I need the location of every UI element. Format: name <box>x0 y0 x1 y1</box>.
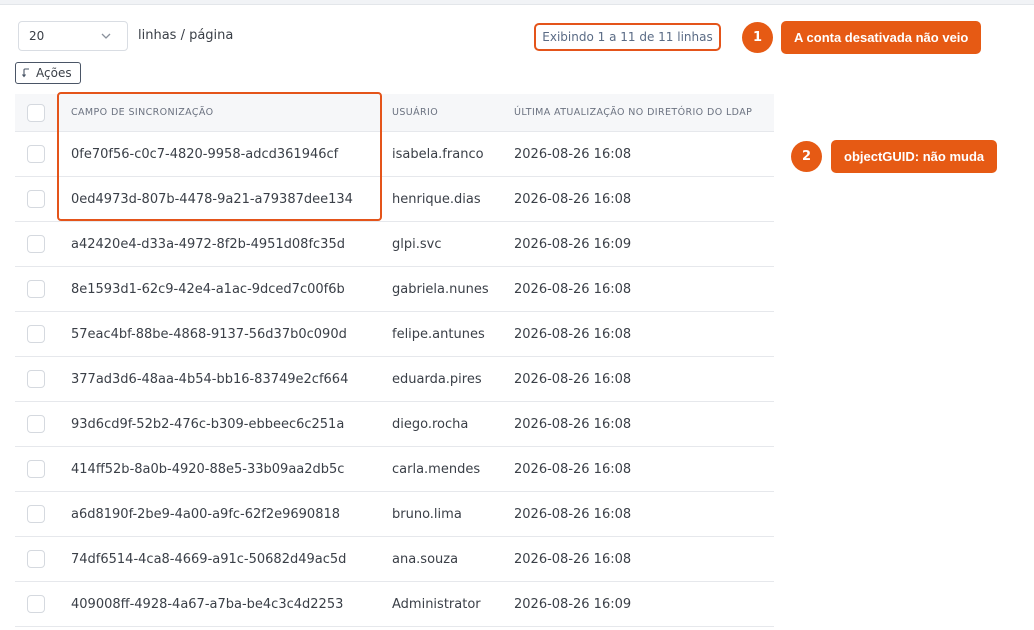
row-checkbox[interactable] <box>27 325 45 343</box>
last-update-cell: 2026-08-26 16:08 <box>514 146 632 162</box>
row-checkbox-cell <box>27 537 45 581</box>
user-cell: felipe.antunes <box>392 326 485 342</box>
annotation-text: objectGUID: não muda <box>844 149 985 164</box>
row-checkbox[interactable] <box>27 415 45 433</box>
showing-text: Exibindo 1 a 11 de 11 linhas <box>542 30 713 44</box>
annotation-number: 1 <box>752 30 763 45</box>
table-row[interactable]: a6d8190f-2be9-4a00-a9fc-62f2e9690818 brun… <box>15 492 774 537</box>
sync-field-cell: 0ed4973d-807b-4478-9a21-a79387dee134 <box>71 191 353 207</box>
table-row[interactable]: 409008ff-4928-4a67-a7ba-be4c3c4d2253 Admi… <box>15 582 774 627</box>
user-cell: isabela.franco <box>392 146 484 162</box>
last-update-cell: 2026-08-26 16:09 <box>514 596 632 612</box>
user-cell: glpi.svc <box>392 236 442 252</box>
row-checkbox-cell <box>27 492 45 536</box>
row-checkbox-cell <box>27 582 45 626</box>
sync-field-cell: 377ad3d6-48aa-4b54-bb16-83749e2cf664 <box>71 371 349 387</box>
row-checkbox[interactable] <box>27 550 45 568</box>
sync-field-cell: 8e1593d1-62c9-42e4-a1ac-9dced7c00f6b <box>71 281 345 297</box>
row-checkbox-cell <box>27 132 45 176</box>
row-checkbox-cell <box>27 177 45 221</box>
rows-per-page-select[interactable]: 20 <box>18 21 128 51</box>
column-header-sync-field[interactable]: CAMPO DE SINCRONIZAÇÃO <box>71 94 214 131</box>
chevron-down-icon <box>101 33 111 39</box>
row-checkbox[interactable] <box>27 370 45 388</box>
pagination-showing-text: Exibindo 1 a 11 de 11 linhas <box>534 23 721 51</box>
select-all-checkbox[interactable] <box>27 103 45 122</box>
actions-button[interactable]: Ações <box>15 62 81 84</box>
row-checkbox[interactable] <box>27 280 45 298</box>
table-row[interactable]: 414ff52b-8a0b-4920-88e5-33b09aa2db5c carl… <box>15 447 774 492</box>
row-checkbox-cell <box>27 267 45 311</box>
sync-field-cell: a42420e4-d33a-4972-8f2b-4951d08fc35d <box>71 236 345 252</box>
sync-field-cell: 57eac4bf-88be-4868-9137-56d37b0c090d <box>71 326 347 342</box>
table-body: 0fe70f56-c0c7-4820-9958-adcd361946cf isab… <box>15 132 774 627</box>
sync-field-cell: 414ff52b-8a0b-4920-88e5-33b09aa2db5c <box>71 461 345 477</box>
annotation-step-1: 1 <box>742 22 773 53</box>
row-checkbox[interactable] <box>27 190 45 208</box>
user-cell: carla.mendes <box>392 461 481 477</box>
last-update-cell: 2026-08-26 16:08 <box>514 461 632 477</box>
last-update-cell: 2026-08-26 16:08 <box>514 326 632 342</box>
last-update-cell: 2026-08-26 16:08 <box>514 371 632 387</box>
user-cell: gabriela.nunes <box>392 281 489 297</box>
table-row[interactable]: 57eac4bf-88be-4868-9137-56d37b0c090d feli… <box>15 312 774 357</box>
table-row[interactable]: 0ed4973d-807b-4478-9a21-a79387dee134 henr… <box>15 177 774 222</box>
row-checkbox-cell <box>27 222 45 266</box>
annotation-callout-2: objectGUID: não muda <box>831 140 998 173</box>
user-cell: Administrator <box>392 596 481 612</box>
ldap-users-table: CAMPO DE SINCRONIZAÇÃO USUÁRIO ÚLTIMA AT… <box>15 94 774 627</box>
sync-field-cell: 0fe70f56-c0c7-4820-9958-adcd361946cf <box>71 146 339 162</box>
rows-per-page-value: 20 <box>29 29 45 43</box>
table-row[interactable]: 74df6514-4ca8-4669-a91c-50682d49ac5d ana.… <box>15 537 774 582</box>
last-update-cell: 2026-08-26 16:08 <box>514 191 632 207</box>
last-update-cell: 2026-08-26 16:08 <box>514 416 632 432</box>
column-header-user[interactable]: USUÁRIO <box>392 94 438 131</box>
annotation-text: A conta desativada não veio <box>794 30 969 45</box>
row-checkbox-cell <box>27 312 45 356</box>
sync-field-cell: a6d8190f-2be9-4a00-a9fc-62f2e9690818 <box>71 506 341 522</box>
user-cell: diego.rocha <box>392 416 469 432</box>
user-cell: henrique.dias <box>392 191 481 207</box>
header-checkbox-cell <box>27 94 45 131</box>
last-update-cell: 2026-08-26 16:08 <box>514 551 632 567</box>
sync-field-cell: 74df6514-4ca8-4669-a91c-50682d49ac5d <box>71 551 347 567</box>
annotation-step-2: 2 <box>791 141 822 172</box>
row-checkbox-cell <box>27 357 45 401</box>
row-checkbox[interactable] <box>27 235 45 253</box>
last-update-cell: 2026-08-26 16:08 <box>514 506 632 522</box>
table-row[interactable]: 93d6cd9f-52b2-476c-b309-ebbeec6c251a dieg… <box>15 402 774 447</box>
sync-field-cell: 409008ff-4928-4a67-a7ba-be4c3c4d2253 <box>71 596 344 612</box>
sync-field-cell: 93d6cd9f-52b2-476c-b309-ebbeec6c251a <box>71 416 345 432</box>
actions-label: Ações <box>36 66 72 80</box>
column-header-last-update[interactable]: ÚLTIMA ATUALIZAÇÃO NO DIRETÓRIO DO LDAP <box>514 94 752 131</box>
row-checkbox[interactable] <box>27 460 45 478</box>
table-row[interactable]: 377ad3d6-48aa-4b54-bb16-83749e2cf664 edua… <box>15 357 774 402</box>
table-header: CAMPO DE SINCRONIZAÇÃO USUÁRIO ÚLTIMA AT… <box>15 94 774 132</box>
corner-arrow-icon <box>22 68 29 78</box>
row-checkbox[interactable] <box>27 145 45 163</box>
row-checkbox-cell <box>27 447 45 491</box>
table-row[interactable]: 8e1593d1-62c9-42e4-a1ac-9dced7c00f6b gabr… <box>15 267 774 312</box>
table-row[interactable]: a42420e4-d33a-4972-8f2b-4951d08fc35d glpi… <box>15 222 774 267</box>
row-checkbox[interactable] <box>27 595 45 613</box>
last-update-cell: 2026-08-26 16:08 <box>514 281 632 297</box>
user-cell: ana.souza <box>392 551 459 567</box>
rows-per-page-label: linhas / página <box>138 28 234 43</box>
row-checkbox[interactable] <box>27 505 45 523</box>
annotation-callout-1: A conta desativada não veio <box>781 21 982 54</box>
row-checkbox-cell <box>27 402 45 446</box>
last-update-cell: 2026-08-26 16:09 <box>514 236 632 252</box>
top-border <box>0 0 1034 5</box>
annotation-number: 2 <box>801 149 812 164</box>
user-cell: bruno.lima <box>392 506 462 522</box>
table-row[interactable]: 0fe70f56-c0c7-4820-9958-adcd361946cf isab… <box>15 132 774 177</box>
user-cell: eduarda.pires <box>392 371 482 387</box>
